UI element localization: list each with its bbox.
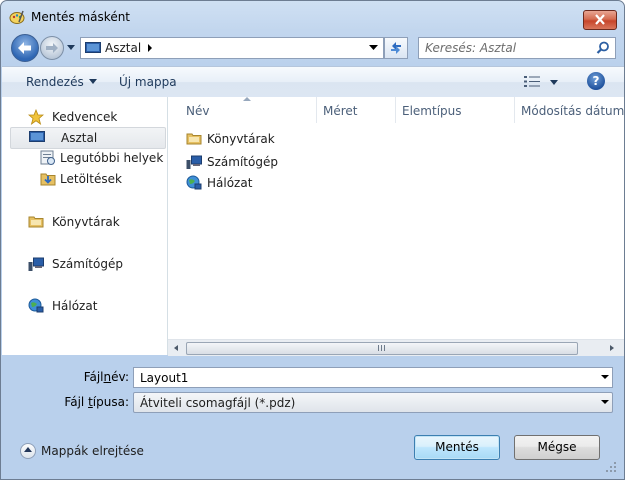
filename-combobox[interactable] <box>133 367 613 388</box>
nav-computer-label: Számítógép <box>52 257 123 271</box>
recent-places-icon <box>40 150 55 165</box>
navigation-pane: Kedvencek Asztal Legutóbbi helyek Letölt… <box>2 97 168 355</box>
libraries-icon <box>28 216 44 228</box>
search-input[interactable] <box>425 40 585 55</box>
nav-item-label: Legutóbbi helyek <box>60 151 164 165</box>
nav-item-desktop[interactable]: Asztal <box>10 127 166 149</box>
chevron-down-icon <box>88 79 97 84</box>
nav-network-label: Hálózat <box>52 299 98 313</box>
save-button[interactable]: Mentés <box>414 435 500 460</box>
scroll-right-icon[interactable] <box>610 345 614 351</box>
refresh-icon <box>391 42 401 54</box>
filename-input[interactable] <box>140 370 580 385</box>
filename-dropdown-icon[interactable] <box>601 375 609 379</box>
nav-libraries[interactable]: Könyvtárak <box>10 212 166 232</box>
address-bar[interactable]: Asztal <box>80 37 384 59</box>
list-item-label: Hálózat <box>207 176 253 190</box>
filename-label-part: Fájl <box>83 370 104 384</box>
save-as-dialog: Mentés másként Asztal Keresés: Asztal Re… <box>0 0 625 480</box>
help-icon[interactable]: ? <box>587 72 605 90</box>
filetype-dropdown-icon[interactable] <box>601 400 609 404</box>
column-header-label: Módosítás dátuma <box>521 104 624 118</box>
filename-label-part: év: <box>111 370 129 384</box>
nav-libraries-label: Könyvtárak <box>52 215 120 229</box>
refresh-button[interactable] <box>384 37 408 59</box>
scroll-left-icon[interactable] <box>174 345 178 351</box>
nav-item-label: Asztal <box>61 131 98 145</box>
close-icon <box>595 14 605 25</box>
sort-ascending-icon <box>243 97 251 101</box>
search-icon[interactable] <box>596 41 610 55</box>
address-location[interactable]: Asztal <box>105 41 141 55</box>
nav-item-label: Letöltések <box>60 172 122 186</box>
network-icon <box>28 298 44 313</box>
grip-icon <box>378 345 386 351</box>
view-dropdown-icon[interactable] <box>550 80 558 85</box>
address-dropdown-icon[interactable] <box>369 45 378 51</box>
column-header-label: Elemtípus <box>402 104 462 118</box>
filetype-value: Átviteli csomagfájl (*.pdz) <box>140 396 296 410</box>
view-options-icon[interactable] <box>524 75 540 88</box>
filetype-label-part: ípusa: <box>92 395 129 409</box>
file-list: Név Méret Elemtípus Módosítás dátuma Kön… <box>168 97 624 356</box>
organize-button[interactable]: Rendezés <box>26 75 97 89</box>
downloads-icon <box>40 173 56 186</box>
nav-favorites-label: Kedvencek <box>52 110 118 124</box>
filename-label: Fájlnév: <box>61 370 129 384</box>
window-title: Mentés másként <box>31 10 131 24</box>
close-button[interactable] <box>583 10 617 30</box>
back-arrow-icon <box>18 42 31 54</box>
column-header-label: Név <box>186 104 210 118</box>
nav-item-downloads[interactable]: Letöltések <box>10 169 166 189</box>
computer-icon <box>28 257 44 271</box>
list-item-label: Könyvtárak <box>207 132 275 146</box>
list-item-label: Számítógép <box>207 155 278 169</box>
forward-arrow-icon <box>46 43 58 53</box>
scrollbar-thumb[interactable] <box>186 342 578 355</box>
filetype-label: Fájl típusa: <box>41 395 129 409</box>
breadcrumb-chevron-icon[interactable] <box>147 44 153 52</box>
app-icon <box>9 10 25 24</box>
nav-network[interactable]: Hálózat <box>10 296 166 316</box>
desktop-icon <box>85 42 101 53</box>
title-bar[interactable]: Mentés másként <box>1 1 624 31</box>
resize-grip-icon[interactable] <box>605 461 617 473</box>
search-box[interactable] <box>418 37 616 59</box>
filetype-select[interactable]: Átviteli csomagfájl (*.pdz) <box>133 392 613 413</box>
libraries-icon <box>186 133 202 145</box>
column-header-label: Méret <box>323 104 358 118</box>
hide-folders-label: Mappák elrejtése <box>41 444 144 458</box>
horizontal-scrollbar[interactable] <box>168 339 624 356</box>
column-header-type[interactable]: Elemtípus <box>396 97 515 123</box>
desktop-icon <box>29 131 45 142</box>
filename-label-accesskey: n <box>103 370 112 384</box>
new-folder-button[interactable]: Új mappa <box>119 75 177 89</box>
cancel-button[interactable]: Mégse <box>514 435 600 460</box>
new-folder-label: Új mappa <box>119 75 177 89</box>
network-icon <box>186 175 202 190</box>
filetype-label-part: Fájl <box>64 395 89 409</box>
back-button[interactable] <box>11 34 39 62</box>
nav-favorites[interactable]: Kedvencek <box>10 107 166 127</box>
column-header-size[interactable]: Méret <box>317 97 396 123</box>
star-icon <box>28 109 44 125</box>
toolbar: Rendezés Új mappa ? <box>2 66 624 98</box>
nav-item-recent-places[interactable]: Legutóbbi helyek <box>10 148 166 168</box>
computer-icon <box>186 155 202 169</box>
chevron-up-icon <box>20 443 36 459</box>
organize-label: Rendezés <box>26 75 84 89</box>
history-dropdown-icon[interactable] <box>65 42 77 52</box>
forward-button[interactable] <box>40 36 64 60</box>
column-header-date[interactable]: Módosítás dátuma <box>515 97 624 123</box>
nav-computer[interactable]: Számítógép <box>10 254 166 274</box>
column-header-name[interactable]: Név <box>168 97 317 123</box>
